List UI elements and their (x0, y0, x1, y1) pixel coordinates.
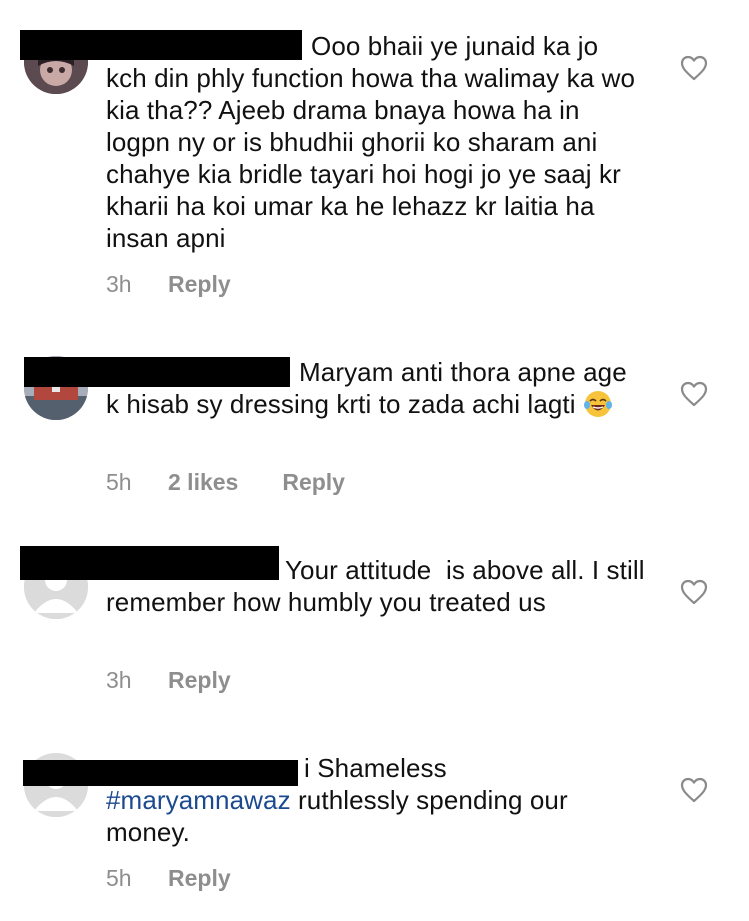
reply-button[interactable]: Reply (282, 467, 345, 497)
comment-meta: 5h 2 likes Reply (106, 467, 345, 497)
comment-text: Maryam anti thora apne age k hisab sy dr… (106, 357, 635, 419)
comment-meta: 5h Reply (106, 863, 231, 893)
laughing-tears-icon (583, 391, 612, 417)
heart-outline-icon[interactable] (680, 55, 708, 81)
comment-time: 3h (106, 667, 132, 693)
heart-outline-icon[interactable] (680, 381, 708, 407)
heart-outline-icon[interactable] (680, 579, 708, 605)
heart-outline-icon[interactable] (680, 777, 708, 803)
likes-count[interactable]: 2 likes (168, 467, 238, 497)
reply-button[interactable]: Reply (168, 863, 231, 893)
reply-button[interactable]: Reply (168, 269, 231, 299)
hashtag-link[interactable]: #maryamnawaz (106, 785, 291, 815)
comment-text: Ooo bhaii ye junaid ka jo kch din phly f… (106, 31, 643, 253)
comment-time: 3h (106, 271, 132, 297)
comment-text: i Shameless #maryamnawaz ruthlessly spen… (106, 753, 576, 847)
comment-time: 5h (106, 865, 132, 891)
reply-button[interactable]: Reply (168, 665, 231, 695)
comment-time: 5h (106, 469, 132, 495)
username-visible-tail[interactable]: i (304, 753, 310, 783)
comment-meta: 3h Reply (106, 269, 231, 299)
comment-text: Your attitude is above all. I still reme… (106, 555, 652, 617)
comment-meta: 3h Reply (106, 665, 231, 695)
